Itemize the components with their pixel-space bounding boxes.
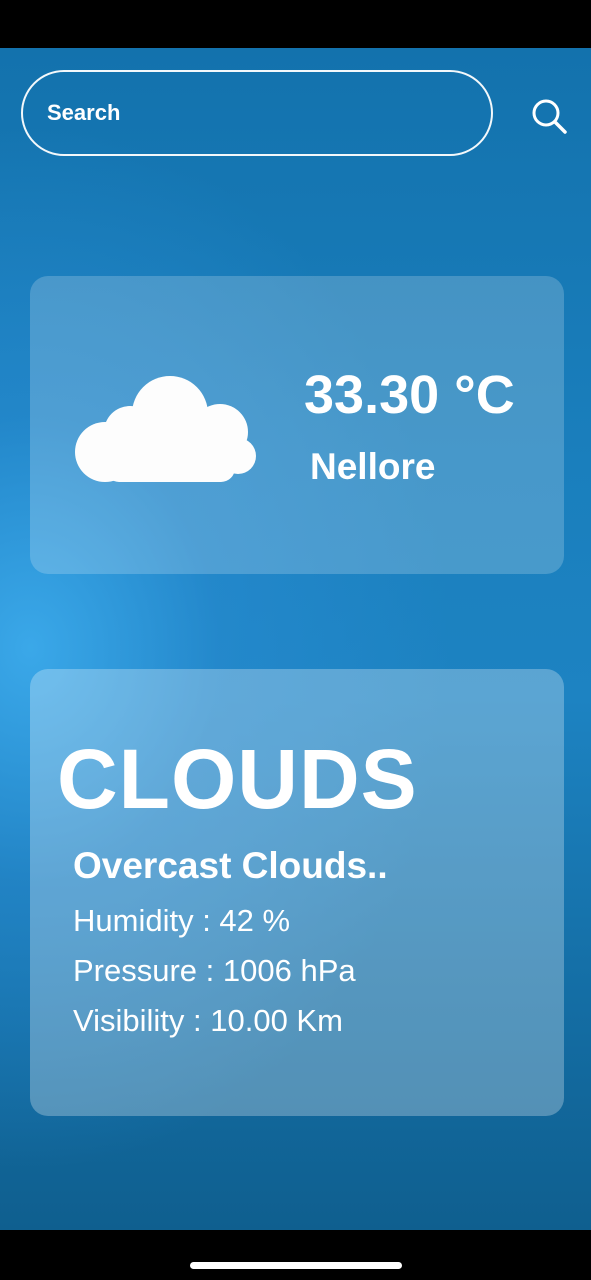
home-indicator[interactable]	[190, 1262, 402, 1269]
search-input[interactable]: Search	[21, 70, 493, 156]
weather-details-card: CLOUDS Overcast Clouds.. Humidity : 42 %…	[30, 669, 564, 1116]
temperature-value: 33.30 °C	[304, 365, 515, 425]
pressure-text: Pressure : 1006 hPa	[73, 953, 356, 988]
weather-description: Overcast Clouds..	[73, 845, 388, 886]
search-placeholder: Search	[47, 100, 121, 125]
weather-condition: CLOUDS	[57, 732, 418, 826]
search-icon	[532, 99, 567, 134]
cloud-icon	[75, 376, 256, 482]
app-screen: Search 33.30 °C Nellore CLOUDS Overcast …	[0, 0, 591, 1280]
city-name: Nellore	[310, 446, 436, 487]
navigation-bar	[0, 1230, 591, 1280]
humidity-text: Humidity : 42 %	[73, 903, 291, 938]
visibility-text: Visibility : 10.00 Km	[73, 1003, 343, 1038]
status-bar	[0, 0, 591, 48]
search-button[interactable]	[527, 94, 571, 138]
current-weather-card: 33.30 °C Nellore	[30, 276, 564, 574]
